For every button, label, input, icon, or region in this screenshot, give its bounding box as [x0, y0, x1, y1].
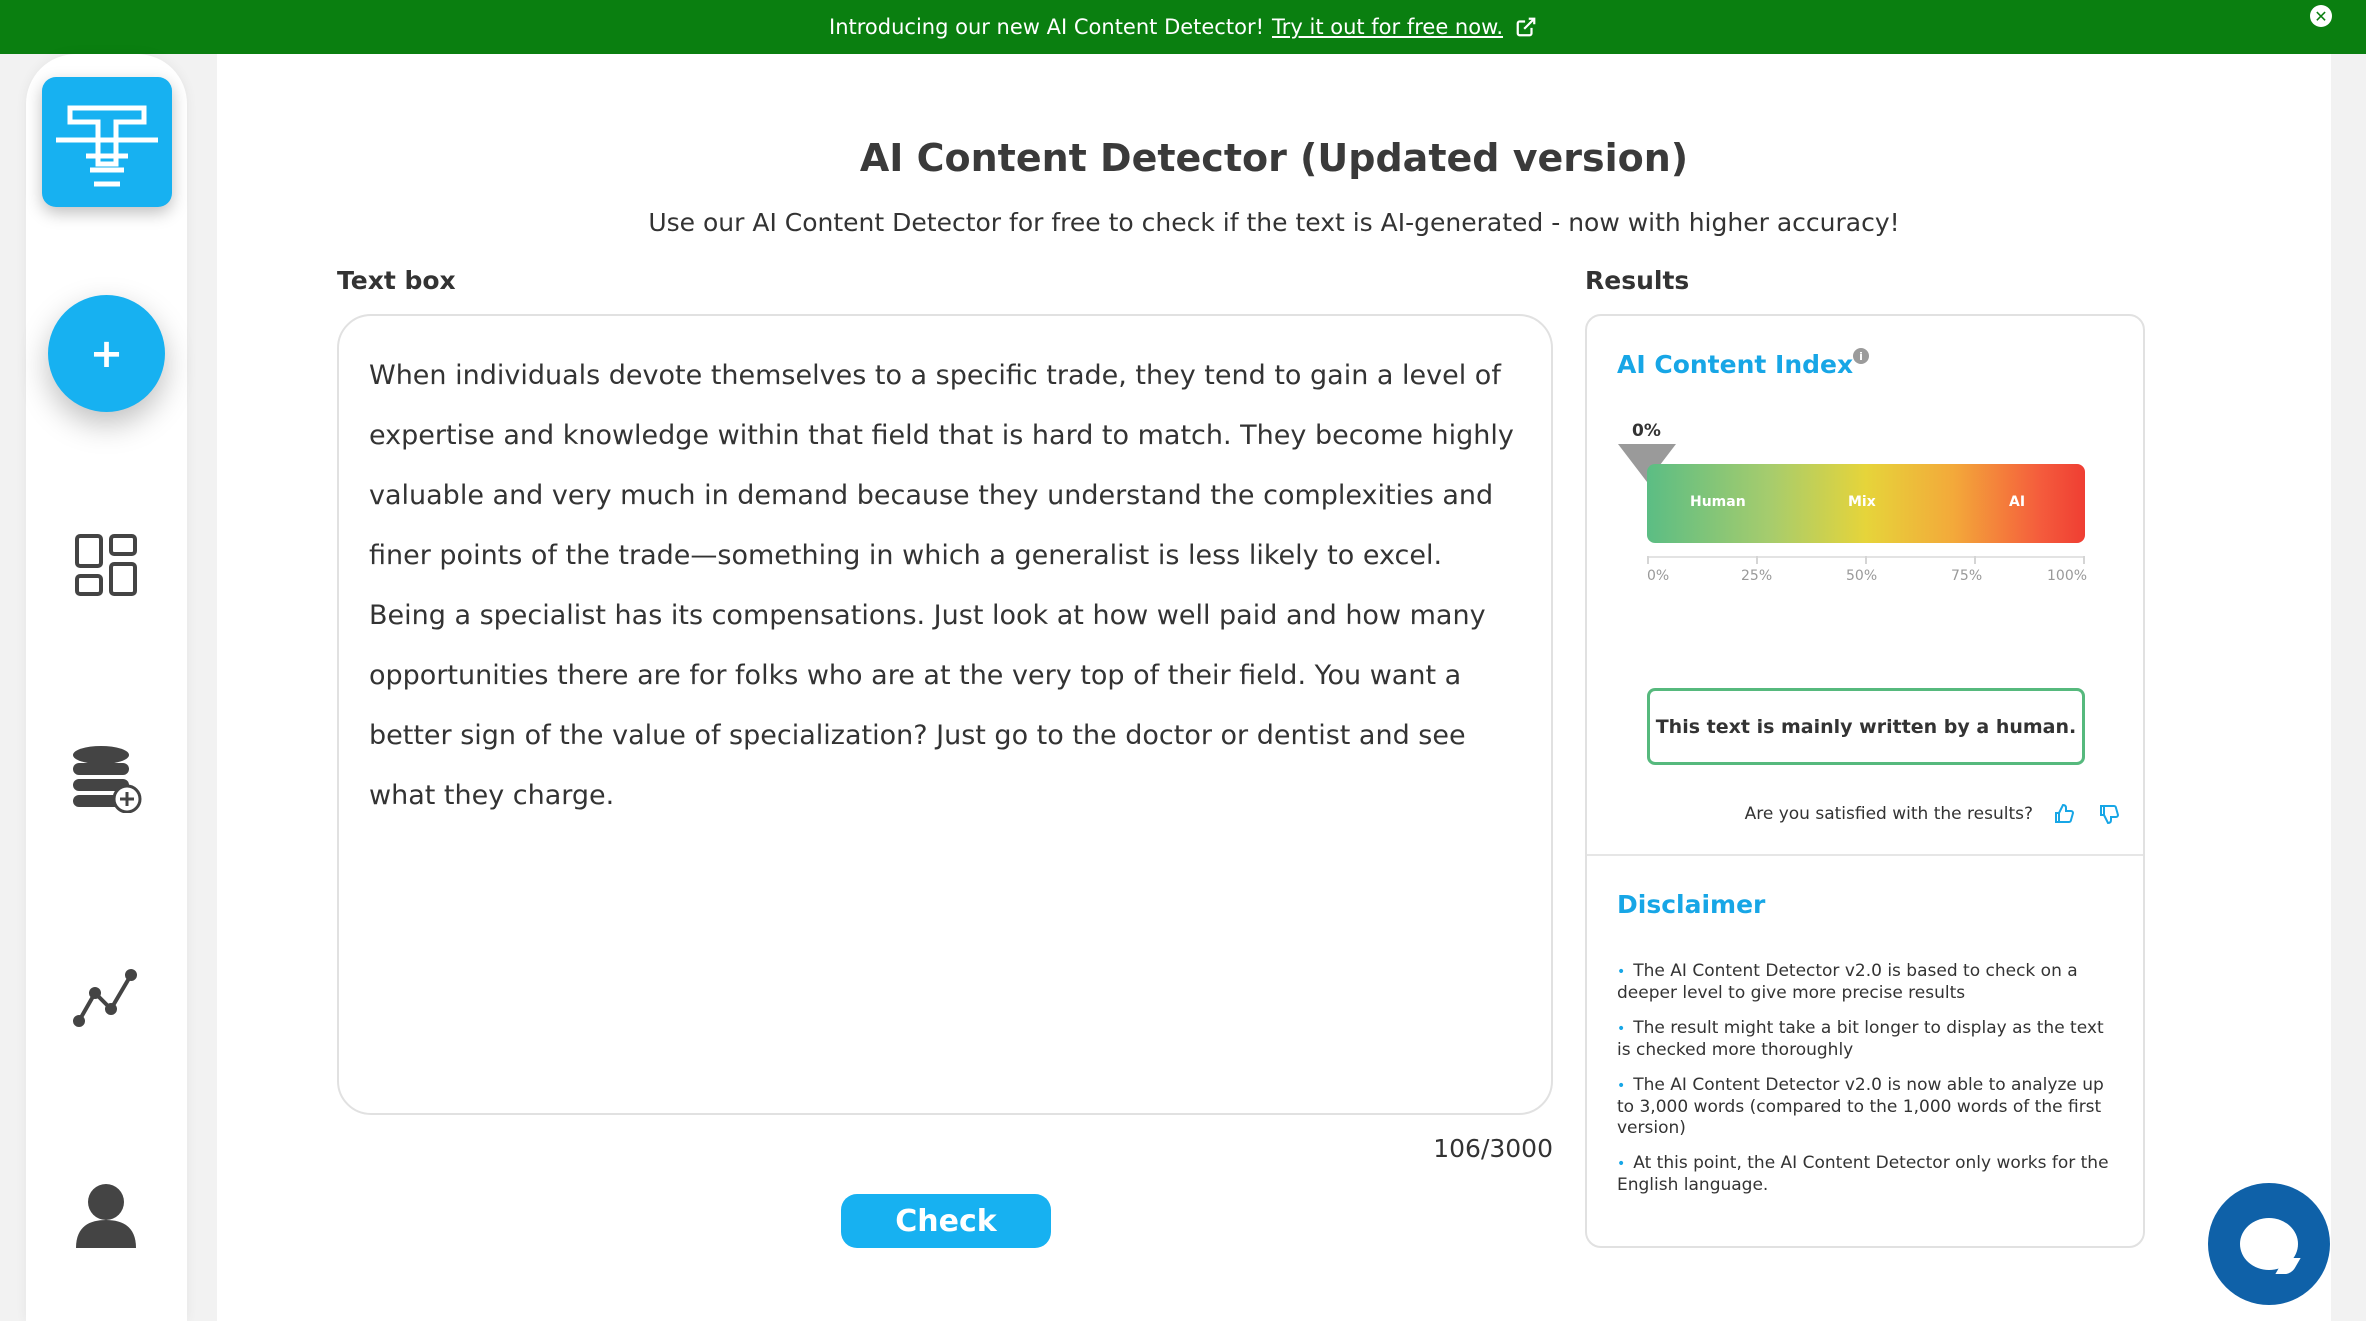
database-add-icon[interactable]	[68, 740, 144, 816]
tick-label: 100%	[2047, 568, 2088, 584]
check-button[interactable]: Check	[841, 1194, 1051, 1248]
disclaimer-title: Disclaimer	[1617, 890, 1766, 919]
disclaimer-item: The result might take a bit longer to di…	[1617, 1018, 2117, 1061]
chat-button[interactable]	[2208, 1183, 2330, 1305]
tick-label: 0%	[1647, 568, 1670, 584]
score-value: 0%	[1632, 421, 1661, 441]
gauge-zone-human: Human	[1690, 494, 1746, 510]
results-panel: AI Content Index i 0% Human Mix AI 0% 25…	[1585, 314, 2145, 1248]
results-divider	[1587, 854, 2143, 856]
tick-label: 25%	[1741, 568, 1773, 584]
dashboard-icon[interactable]	[68, 527, 144, 603]
satisfaction-prompt: Are you satisfied with the results?	[1744, 804, 2033, 824]
word-counter: 106/3000	[1433, 1134, 1553, 1163]
gauge-zone-mix: Mix	[1848, 494, 1876, 510]
announcement-banner: Introducing our new AI Content Detector!…	[0, 0, 2366, 54]
textbox-label: Text box	[337, 266, 456, 295]
sidebar	[26, 54, 187, 1321]
chat-bubble-icon	[2240, 1218, 2298, 1270]
banner-link[interactable]: Try it out for free now.	[1272, 15, 1503, 39]
new-document-button[interactable]: +	[48, 295, 165, 412]
gauge-bar: Human Mix AI	[1647, 464, 2085, 543]
disclaimer-item: At this point, the AI Content Detector o…	[1617, 1153, 2117, 1196]
thumbs-up-icon[interactable]	[2052, 802, 2076, 826]
gauge-zone-ai: AI	[2009, 494, 2026, 510]
logo-icon[interactable]	[42, 77, 172, 207]
main-panel: AI Content Detector (Updated version) Us…	[217, 54, 2331, 1321]
tick-label: 50%	[1846, 568, 1878, 584]
page-title: AI Content Detector (Updated version)	[859, 136, 1689, 180]
results-label: Results	[1585, 266, 1690, 295]
user-icon[interactable]	[68, 1178, 144, 1254]
disclaimer-item: The AI Content Detector v2.0 is now able…	[1617, 1075, 2117, 1139]
thumbs-down-icon[interactable]	[2097, 802, 2121, 826]
banner-text: Introducing our new AI Content Detector!	[829, 15, 1264, 39]
analytics-icon[interactable]	[68, 960, 144, 1036]
plus-icon: +	[89, 330, 124, 377]
tick-label: 75%	[1951, 568, 1983, 584]
gauge-ticks: 0% 25% 50% 75% 100%	[1647, 556, 2088, 586]
verdict-box: This text is mainly written by a human.	[1647, 688, 2085, 765]
page-subtitle: Use our AI Content Detector for free to …	[648, 208, 1900, 237]
disclaimer-item: The AI Content Detector v2.0 is based to…	[1617, 961, 2117, 1004]
ai-content-index-title: AI Content Index	[1617, 350, 1854, 379]
text-input[interactable]: When individuals devote themselves to a …	[337, 314, 1553, 1115]
info-icon[interactable]: i	[1853, 348, 1869, 364]
banner-close-icon[interactable]: ✕	[2310, 5, 2332, 27]
external-link-icon[interactable]	[1515, 16, 1537, 38]
disclaimer-list: The AI Content Detector v2.0 is based to…	[1617, 961, 2117, 1210]
